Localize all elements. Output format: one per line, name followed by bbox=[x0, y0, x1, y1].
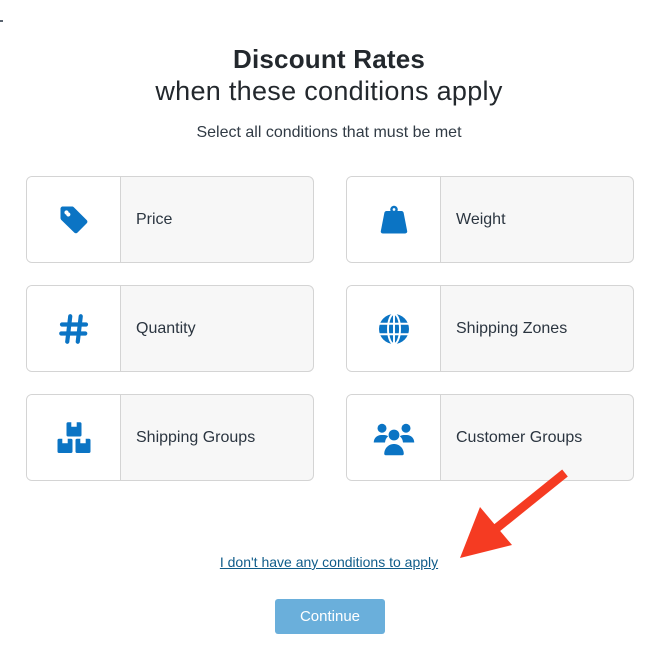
condition-label: Quantity bbox=[136, 319, 196, 337]
condition-label: Price bbox=[136, 210, 173, 228]
users-icon bbox=[373, 423, 414, 455]
continue-button[interactable]: Continue bbox=[275, 599, 385, 634]
condition-label: Weight bbox=[456, 210, 506, 228]
globe-icon bbox=[378, 312, 409, 345]
weight-icon bbox=[380, 205, 407, 233]
weight-icon-box bbox=[347, 177, 441, 262]
price-icon-box bbox=[27, 177, 121, 262]
shipping-zones-icon-box bbox=[347, 286, 441, 371]
instruction-text: Select all conditions that must be met bbox=[196, 124, 462, 141]
condition-card-quantity[interactable]: Quantity bbox=[26, 285, 314, 372]
no-conditions-link-wrap: I don't have any conditions to apply bbox=[0, 554, 658, 572]
no-conditions-link[interactable]: I don't have any conditions to apply bbox=[220, 554, 438, 570]
condition-card-shipping-groups[interactable]: Shipping Groups bbox=[26, 394, 314, 481]
quantity-icon-box bbox=[27, 286, 121, 371]
condition-card-price[interactable]: Price bbox=[26, 176, 314, 263]
condition-card-weight[interactable]: Weight bbox=[346, 176, 634, 263]
condition-card-shipping-zones[interactable]: Shipping Zones bbox=[346, 285, 634, 372]
page-subtitle: when these conditions apply bbox=[155, 76, 503, 106]
corner-mark bbox=[0, 20, 3, 22]
customer-groups-icon-box bbox=[347, 395, 441, 480]
condition-label: Shipping Groups bbox=[136, 428, 256, 446]
page-title: Discount Rates bbox=[232, 44, 426, 74]
boxes-icon bbox=[57, 421, 90, 453]
annotation-arrow-icon bbox=[460, 469, 568, 558]
price-tag-icon bbox=[60, 206, 87, 233]
shipping-groups-icon-box bbox=[27, 395, 121, 480]
hash-icon bbox=[58, 313, 88, 344]
condition-label: Shipping Zones bbox=[456, 319, 568, 337]
